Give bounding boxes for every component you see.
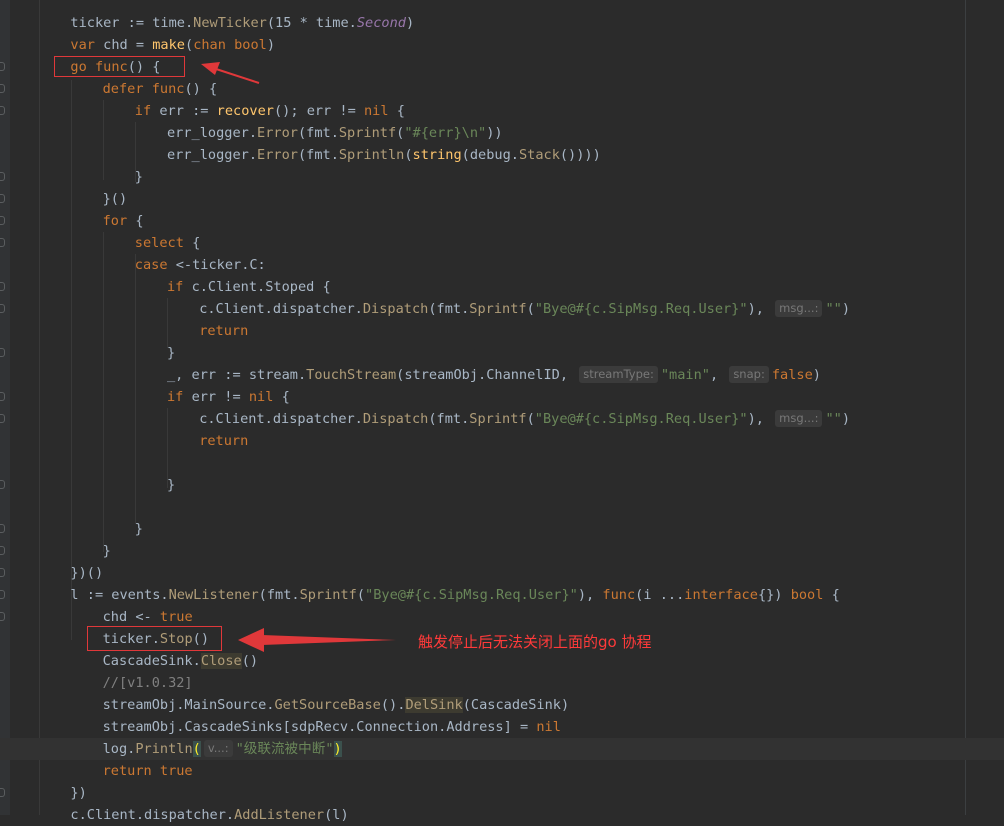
annotation-arrows: [201, 62, 396, 652]
arrow-to-go-func: [201, 62, 260, 84]
arrow-to-ticker-stop: [238, 628, 396, 652]
annotation-text: 触发停止后无法关闭上面的go 协程: [418, 633, 652, 651]
